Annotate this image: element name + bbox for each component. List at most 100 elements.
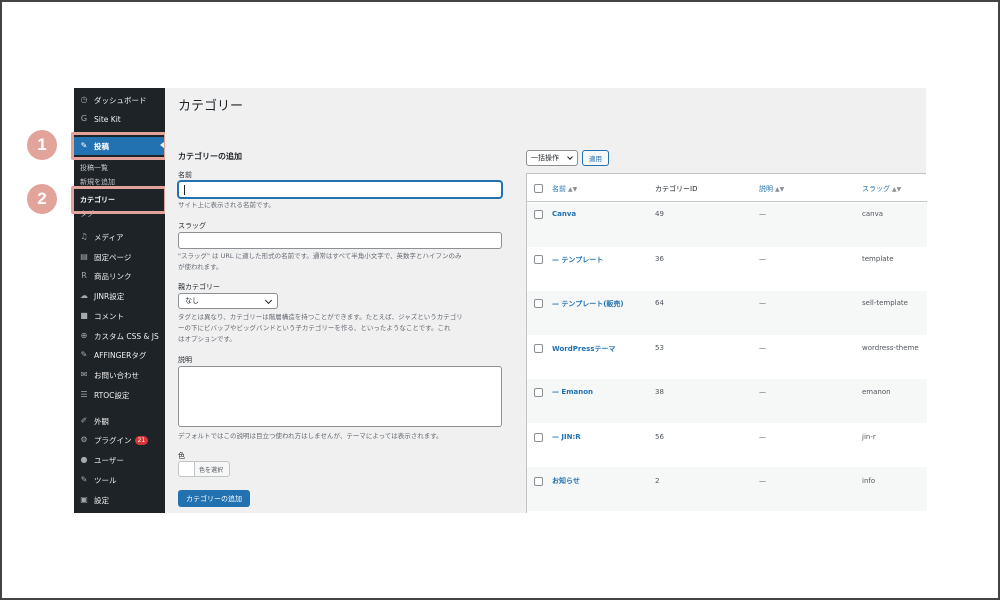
- sidebar-item-settings[interactable]: ▣ 設定: [74, 492, 165, 508]
- slug-help-line-2: が使われます。: [178, 263, 223, 271]
- row-checkbox[interactable]: [534, 299, 543, 308]
- category-description: —: [759, 210, 766, 218]
- row-checkbox[interactable]: [534, 388, 543, 397]
- sort-icon: ▲▼: [775, 186, 785, 193]
- parent-category-label: 親カテゴリー: [178, 283, 220, 291]
- sidebar-item-label: コメント: [94, 311, 124, 321]
- sidebar-item-rtoc-settings[interactable]: ☰ RTOC設定: [74, 387, 165, 403]
- step-number-2-badge: 2: [27, 184, 57, 214]
- name-input[interactable]: [178, 181, 502, 198]
- slug-label: スラッグ: [178, 222, 206, 230]
- column-header-slug[interactable]: スラッグ ▲▼: [862, 184, 901, 194]
- column-header-id: カテゴリーID: [655, 185, 698, 193]
- sidebar-item-label: メディア: [94, 232, 124, 242]
- description-help-text: デフォルトではこの説明は目立つ使われ方はしませんが、テーマによっては表示されます…: [178, 432, 443, 440]
- row-checkbox[interactable]: [534, 477, 543, 486]
- sidebar-item-appearance[interactable]: ✐ 外観: [74, 413, 165, 429]
- add-category-button[interactable]: カテゴリーの追加: [178, 490, 250, 507]
- table-row: — テンプレート 36 — template: [527, 247, 927, 291]
- column-header-description-label: 説明: [759, 185, 773, 193]
- category-description: —: [759, 388, 766, 396]
- table-header: 名前 ▲▼ カテゴリーID 説明 ▲▼ スラッグ ▲▼: [527, 174, 927, 202]
- settings-icon: ▣: [80, 495, 88, 504]
- sidebar-item-label: Site Kit: [94, 114, 121, 124]
- parent-category-select[interactable]: なし: [178, 293, 278, 309]
- sidebar-item-label: カスタム CSS & JS: [94, 331, 159, 341]
- name-label: 名前: [178, 171, 192, 179]
- bulk-action-select[interactable]: 一括操作: [526, 150, 578, 166]
- row-checkbox[interactable]: [534, 433, 543, 442]
- sidebar-item-jinr-settings[interactable]: ☁ JINR設定: [74, 288, 165, 304]
- sidebar-item-comments[interactable]: ■ コメント: [74, 308, 165, 324]
- category-slug: sell-template: [862, 299, 908, 307]
- sidebar-item-custom-css-js[interactable]: ⊕ カスタム CSS & JS: [74, 328, 165, 344]
- category-name-link[interactable]: WordPressテーマ: [552, 344, 615, 354]
- sidebar-item-media[interactable]: ♫ メディア: [74, 229, 165, 245]
- name-help-text: サイト上に表示される名前です。: [178, 201, 275, 209]
- sidebar-item-dashboard[interactable]: ◷ ダッシュボード: [74, 92, 165, 108]
- user-icon: ●: [80, 455, 88, 464]
- table-row: — JIN:R 56 — jin-r: [527, 423, 927, 467]
- sidebar-item-label: 設定: [94, 495, 109, 505]
- category-name-link[interactable]: — テンプレート: [552, 255, 603, 265]
- settings-cloud-icon: ☁: [80, 291, 88, 300]
- color-picker-label: 色を選択: [199, 466, 224, 474]
- description-textarea[interactable]: [178, 366, 502, 427]
- sidebar-item-label: RTOC設定: [94, 390, 130, 400]
- column-header-description[interactable]: 説明 ▲▼: [759, 184, 784, 194]
- column-header-name[interactable]: 名前 ▲▼: [552, 184, 577, 194]
- text-cursor: [184, 185, 185, 195]
- sort-icon: ▲▼: [892, 186, 902, 193]
- sidebar-item-label: ダッシュボード: [94, 95, 147, 105]
- media-icon: ♫: [80, 232, 88, 241]
- sidebar-item-label: ユーザー: [94, 455, 124, 465]
- row-checkbox[interactable]: [534, 210, 543, 219]
- parent-help-line-3: はオプションです。: [178, 335, 236, 343]
- apply-button[interactable]: 適用: [582, 150, 609, 166]
- category-name-link[interactable]: Canva: [552, 210, 576, 218]
- product-link-icon: R: [81, 271, 87, 280]
- category-slug: wordress-theme: [862, 344, 919, 352]
- sidebar-item-pages[interactable]: ▤ 固定ページ: [74, 249, 165, 265]
- category-slug: jin-r: [862, 433, 876, 441]
- sidebar-item-affinger-tag[interactable]: ✎ AFFINGERタグ: [74, 347, 165, 363]
- sidebar-subitem-all-posts[interactable]: 投稿一覧: [80, 163, 108, 173]
- main-content: カテゴリー カテゴリーの追加 名前 サイト上に表示される名前です。 スラッグ "…: [165, 88, 927, 513]
- dashboard-icon: ◷: [80, 95, 88, 104]
- sidebar-item-contact[interactable]: ✉ お問い合わせ: [74, 367, 165, 383]
- mail-icon: ✉: [80, 370, 88, 379]
- bulk-action-value: 一括操作: [531, 154, 559, 162]
- update-count-badge: 21: [134, 435, 149, 445]
- table-row: — テンプレート(販売) 64 — sell-template: [527, 291, 927, 335]
- row-checkbox[interactable]: [534, 255, 543, 264]
- sidebar-item-site-kit[interactable]: G Site Kit: [74, 111, 165, 127]
- sidebar-item-label: 固定ページ: [94, 252, 132, 262]
- category-name-link[interactable]: お知らせ: [552, 476, 580, 486]
- sidebar-item-plugins[interactable]: ⚙ プラグイン 21: [74, 432, 165, 448]
- chevron-down-icon: [567, 154, 573, 160]
- color-swatch: [179, 462, 195, 476]
- row-checkbox[interactable]: [534, 344, 543, 353]
- sidebar-item-label: 商品リンク: [94, 271, 132, 281]
- comment-icon: ■: [80, 311, 88, 320]
- category-id: 64: [655, 299, 664, 307]
- sidebar-item-users[interactable]: ● ユーザー: [74, 452, 165, 468]
- sidebar-item-label: AFFINGERタグ: [94, 350, 147, 360]
- category-description: —: [759, 299, 766, 307]
- sidebar-item-tools[interactable]: ✎ ツール: [74, 472, 165, 488]
- plus-circle-icon: ⊕: [80, 331, 88, 340]
- sidebar-item-product-link[interactable]: R 商品リンク: [74, 268, 165, 284]
- select-all-checkbox[interactable]: [534, 184, 543, 193]
- category-name-link[interactable]: — JIN:R: [552, 433, 581, 441]
- column-header-slug-label: スラッグ: [862, 185, 890, 193]
- sidebar-item-label: ツール: [94, 475, 117, 485]
- add-category-heading: カテゴリーの追加: [178, 152, 242, 161]
- step-number-1-badge: 1: [27, 130, 57, 160]
- category-description: —: [759, 255, 766, 263]
- color-picker-button[interactable]: 色を選択: [178, 461, 230, 477]
- sidebar-item-label: 外観: [94, 416, 109, 426]
- parent-help-line-1: タグとは異なり、カテゴリーは階層構造を持つことができます。たとえば、ジャズという…: [178, 313, 463, 321]
- slug-input[interactable]: [178, 232, 502, 249]
- category-name-link[interactable]: — テンプレート(販売): [552, 299, 624, 309]
- category-name-link[interactable]: — Emanon: [552, 388, 593, 396]
